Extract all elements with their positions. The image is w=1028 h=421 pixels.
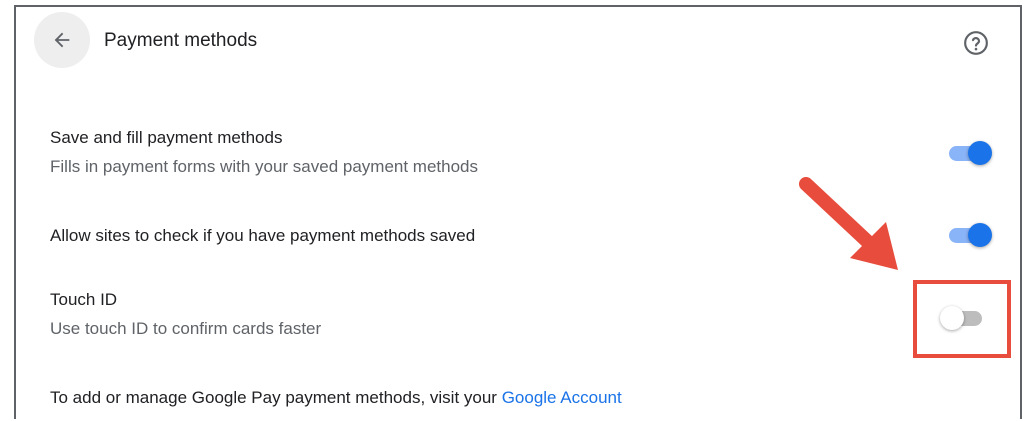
footer-text: To add or manage Google Pay payment meth… xyxy=(50,388,622,408)
setting-subtitle-save-fill: Fills in payment forms with your saved p… xyxy=(50,157,479,176)
arrow-left-icon xyxy=(54,32,70,48)
toggle-knob xyxy=(968,141,992,165)
google-account-link[interactable]: Google Account xyxy=(502,388,622,407)
setting-title-allow-check: Allow sites to check if you have payment… xyxy=(50,226,476,245)
setting-subtitle-touch-id: Use touch ID to confirm cards faster xyxy=(50,319,322,338)
help-circle-icon[interactable] xyxy=(963,30,989,56)
back-button[interactable] xyxy=(34,12,90,68)
toggle-knob xyxy=(968,223,992,247)
setting-title-save-fill: Save and fill payment methods xyxy=(50,128,283,147)
setting-title-touch-id: Touch ID xyxy=(50,290,118,309)
allow-sites-check-toggle[interactable] xyxy=(945,220,993,250)
annotation-arrow-icon xyxy=(799,177,898,270)
save-fill-toggle[interactable] xyxy=(945,138,993,168)
footer-text-body: To add or manage Google Pay payment meth… xyxy=(50,388,502,407)
highlight-box xyxy=(913,280,1011,358)
page-title: Payment methods xyxy=(104,30,258,51)
